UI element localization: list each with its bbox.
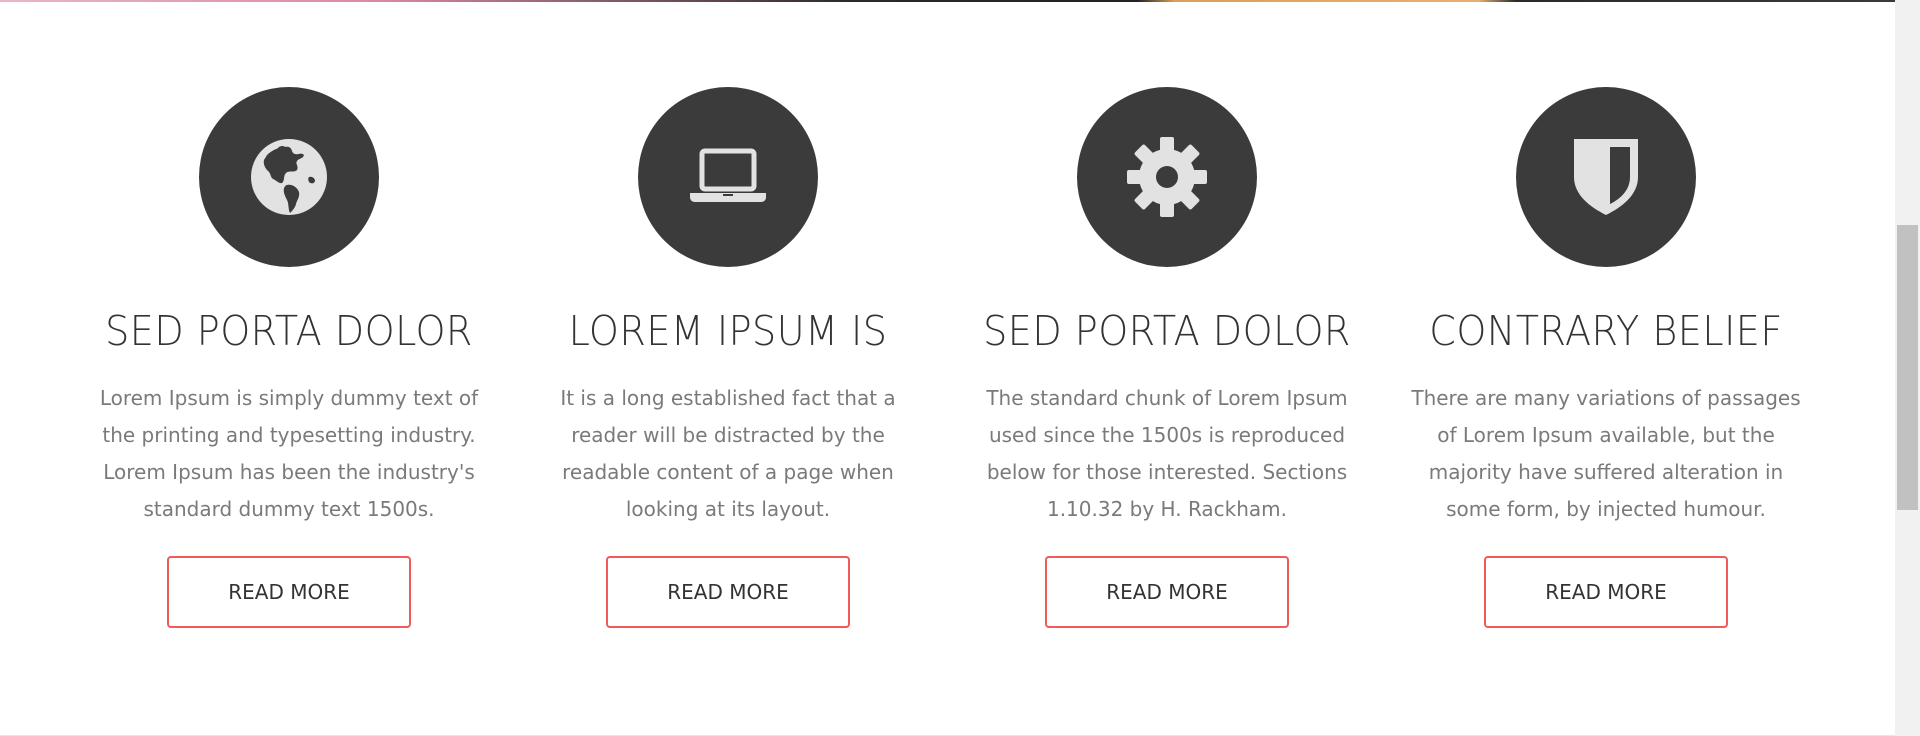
feature-icon-circle	[638, 87, 818, 267]
feature-description: There are many variations of passages of…	[1411, 386, 1801, 521]
scrollbar-track[interactable]	[1895, 0, 1920, 736]
feature-title: LOREM IPSUM IS	[568, 307, 888, 355]
feature-title: SED PORTA DOLOR	[105, 307, 473, 355]
shield-icon	[1574, 139, 1638, 215]
feature-description: Lorem Ipsum is simply dummy text of the …	[99, 386, 479, 521]
feature-title: SED PORTA DOLOR	[983, 307, 1351, 355]
features-section: SED PORTA DOLOR Lorem Ipsum is simply du…	[0, 0, 1895, 736]
read-more-button[interactable]: READ MORE	[606, 556, 850, 628]
read-more-button[interactable]: READ MORE	[1045, 556, 1289, 628]
globe-icon	[251, 139, 327, 215]
feature-title: CONTRARY BELIEF	[1429, 307, 1783, 355]
scrollbar-thumb[interactable]	[1897, 225, 1918, 510]
feature-description: The standard chunk of Lorem Ipsum used s…	[986, 386, 1348, 521]
feature-card: SED PORTA DOLOR The standard chunk of Lo…	[967, 0, 1367, 736]
feature-card: LOREM IPSUM IS It is a long established …	[528, 0, 928, 736]
feature-card: CONTRARY BELIEF There are many variation…	[1406, 0, 1806, 736]
gear-icon	[1127, 137, 1207, 217]
feature-icon-circle	[199, 87, 379, 267]
feature-icon-circle	[1077, 87, 1257, 267]
feature-card: SED PORTA DOLOR Lorem Ipsum is simply du…	[89, 0, 489, 736]
read-more-button[interactable]: READ MORE	[1484, 556, 1728, 628]
feature-icon-circle	[1516, 87, 1696, 267]
feature-description: It is a long established fact that a rea…	[560, 386, 896, 521]
read-more-button[interactable]: READ MORE	[167, 556, 411, 628]
laptop-icon	[690, 148, 766, 202]
